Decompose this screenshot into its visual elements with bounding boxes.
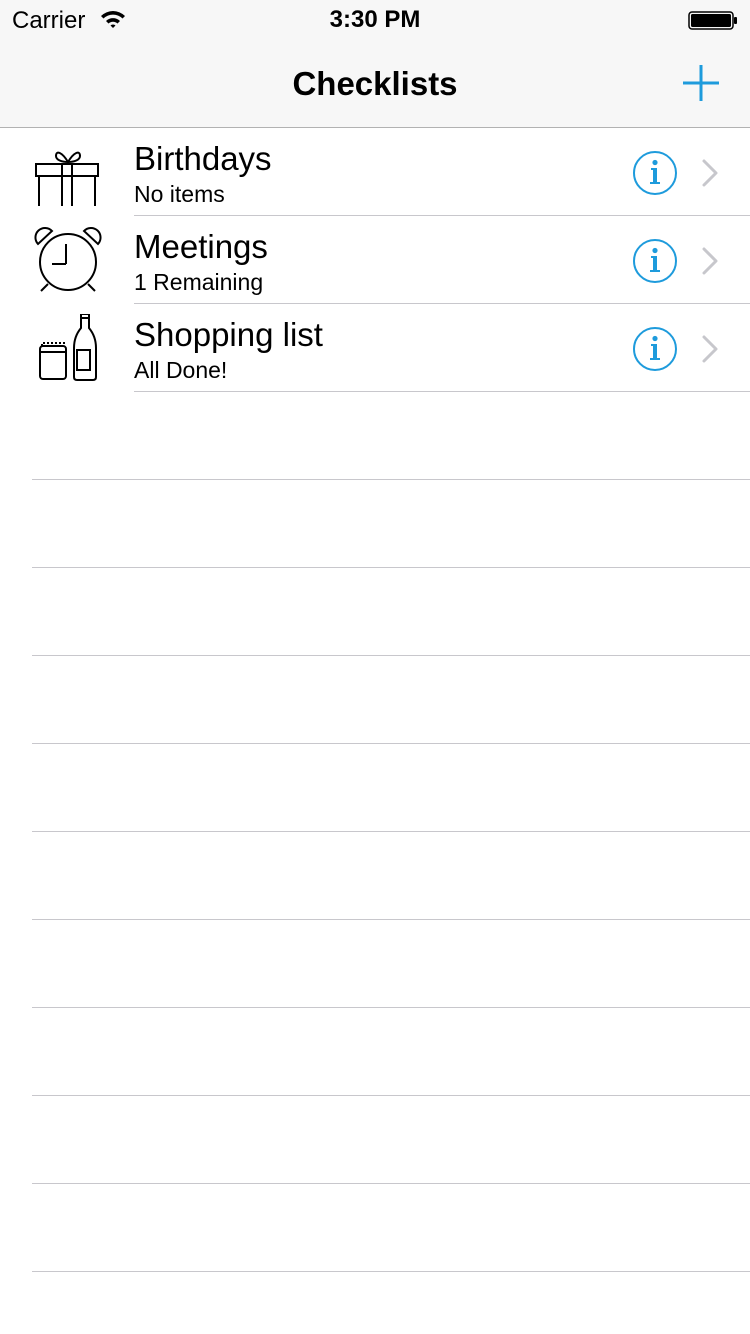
gift-icon [35, 151, 99, 206]
plus-icon[interactable] [678, 60, 724, 106]
info-icon[interactable] [632, 326, 678, 372]
checklist-title: Birthdays [134, 140, 272, 177]
info-icon[interactable] [632, 150, 678, 196]
page-title: Checklists [292, 65, 458, 102]
list-item[interactable]: Meetings 1 Remaining [0, 216, 750, 304]
chevron-right-icon [702, 247, 718, 275]
checklist-title: Meetings [134, 228, 268, 265]
checklist-subtitle: No items [134, 181, 225, 207]
battery-icon [688, 11, 737, 30]
empty-row-divider [32, 743, 750, 744]
empty-row-divider [32, 1183, 750, 1184]
status-bar: Carrier 3:30 PM [0, 0, 750, 40]
row-divider [134, 391, 750, 392]
checklist-table: Birthdays No items Meetings 1 Remaining [0, 128, 750, 392]
info-icon[interactable] [632, 238, 678, 284]
status-time: 3:30 PM [329, 6, 421, 33]
empty-row-divider [32, 479, 750, 480]
navigation-bar: Carrier 3:30 PM Checklists [0, 0, 750, 128]
empty-row-divider [32, 655, 750, 656]
checklist-subtitle: All Done! [134, 357, 228, 383]
list-item[interactable]: Shopping list All Done! [0, 304, 750, 392]
empty-row-divider [32, 1271, 750, 1272]
checklist-subtitle: 1 Remaining [134, 269, 264, 295]
chevron-right-icon [702, 159, 718, 187]
empty-row-divider [32, 1007, 750, 1008]
alarm-clock-icon [34, 226, 102, 292]
list-item[interactable]: Birthdays No items [0, 128, 750, 216]
empty-row-divider [32, 831, 750, 832]
chevron-right-icon [702, 335, 718, 363]
empty-row-divider [32, 919, 750, 920]
checklist-title: Shopping list [134, 316, 323, 353]
empty-row-divider [32, 1095, 750, 1096]
groceries-icon [39, 314, 97, 381]
empty-row-divider [32, 567, 750, 568]
